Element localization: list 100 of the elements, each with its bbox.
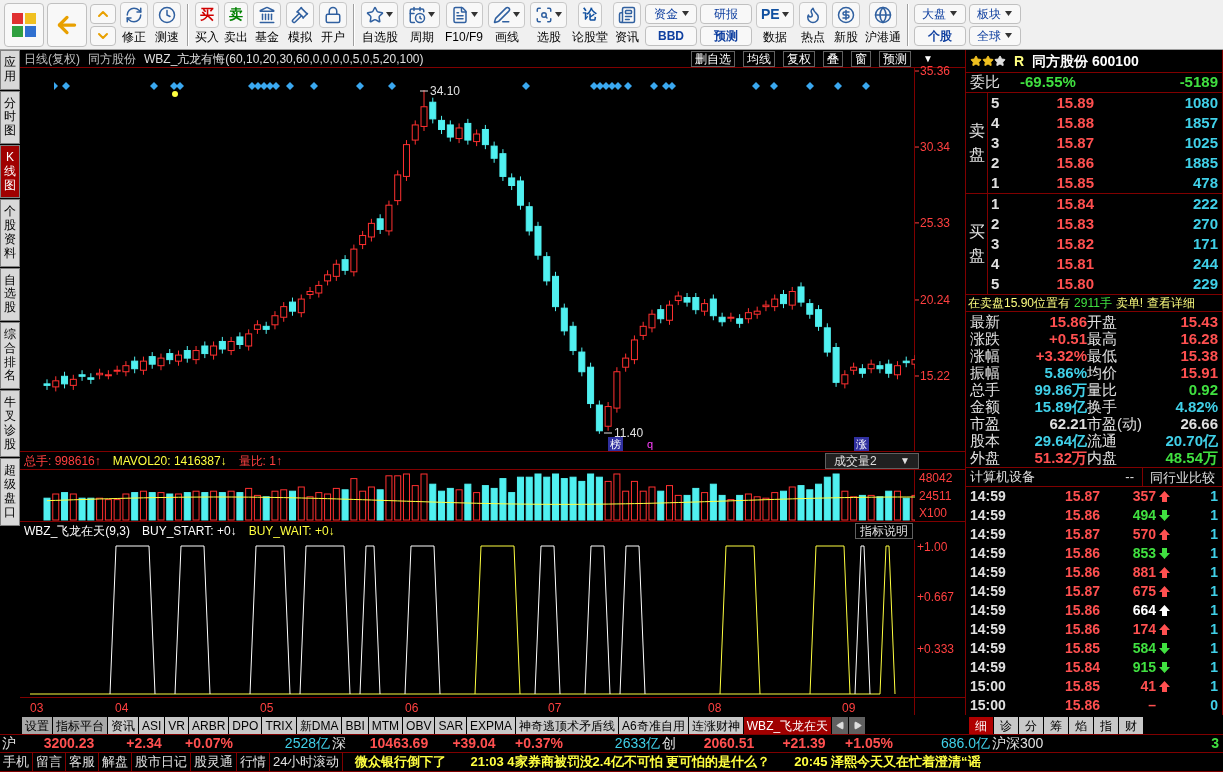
detail-tab[interactable]: 诊	[994, 717, 1018, 734]
indicator-tab[interactable]: SAR	[435, 717, 467, 734]
detail-tab[interactable]: 分	[1019, 717, 1043, 734]
date-axis-label: 07	[548, 700, 562, 717]
stat-label: 开盘	[1087, 313, 1117, 330]
toolbar-button[interactable]: 资金	[645, 3, 697, 24]
indicator-tab[interactable]: TRIX	[262, 717, 296, 734]
order-detail-link[interactable]: 卖单! 查看详细	[1115, 294, 1195, 312]
grid-button[interactable]	[4, 2, 44, 47]
detail-tab[interactable]: 焰	[1069, 717, 1093, 734]
news-link[interactable]: 24小时滚动	[270, 753, 344, 771]
news-link[interactable]: 留言	[33, 753, 66, 771]
toolbar-button[interactable]: 个股	[913, 25, 966, 46]
price-axis-label: 35.36	[920, 64, 951, 79]
news-link[interactable]: 股市日记	[132, 753, 191, 771]
side-tab[interactable]: 分时图	[0, 90, 20, 144]
stat-label: 涨幅	[970, 347, 1000, 364]
indicator-tab[interactable]: WBZ_飞龙在天	[743, 717, 832, 734]
stat-value: 5.86%	[1044, 364, 1087, 381]
detail-tab[interactable]: 筹	[1044, 717, 1068, 734]
tick-count: 1	[1210, 658, 1218, 677]
side-tab[interactable]: 牛叉诊股	[0, 390, 20, 458]
chart-button[interactable]: 预测	[879, 50, 911, 67]
indicator-tab[interactable]: 新DMA	[296, 717, 342, 734]
candlestick	[709, 294, 717, 321]
news-link[interactable]: 股灵通	[191, 753, 237, 771]
indicator-tab[interactable]: BBI	[342, 717, 368, 734]
chart-button[interactable]: 窗	[851, 50, 871, 67]
news-link[interactable]: 解盘	[99, 753, 132, 771]
news-link[interactable]: 行情	[237, 753, 270, 771]
indicator-stat: BUY_START: +0↓	[142, 523, 237, 540]
side-tab[interactable]: 个股资料	[0, 199, 20, 267]
detail-tab[interactable]: 财	[1119, 717, 1143, 734]
detail-tab[interactable]: 细	[969, 717, 993, 734]
news-headline[interactable]: 微众银行倒下了	[343, 752, 459, 772]
candlestick	[367, 218, 375, 243]
side-tab[interactable]: K线图	[0, 145, 20, 199]
candlestick	[271, 310, 279, 330]
stat-value: 62.21	[1049, 415, 1087, 432]
news-headline[interactable]: 20:45 泽熙今天又在忙着澄清“谣	[782, 752, 993, 772]
indicator-tab[interactable]: ASI	[139, 717, 165, 734]
toolbar-button[interactable]: 板块	[968, 3, 1021, 24]
chart-button[interactable]: 删自选	[691, 50, 735, 67]
chart-button[interactable]: 复权	[783, 50, 815, 67]
side-tab[interactable]: 超级盘口	[0, 458, 20, 526]
tick-count: 1	[1210, 677, 1218, 696]
tick-volume: 41	[1139, 677, 1156, 696]
indicator-tab[interactable]: VR	[165, 717, 188, 734]
candlestick	[245, 328, 253, 352]
indicator-tab[interactable]: 神奇逃顶术矛盾线	[516, 717, 619, 734]
indicator-tab[interactable]: OBV	[403, 717, 435, 734]
indicator-tab[interactable]: DPO	[229, 717, 262, 734]
toolbar-button[interactable]: 预测	[700, 25, 752, 46]
globe-icon	[873, 5, 892, 24]
toolbar-button[interactable]: 沪港通	[863, 1, 902, 48]
tick-price: 15.86	[1063, 601, 1100, 620]
toolbar-button[interactable]: 研报	[700, 3, 752, 24]
tick-volume: 675	[1131, 582, 1156, 601]
candlestick	[359, 230, 367, 250]
bottom-button[interactable]: 设置	[22, 717, 52, 734]
news-link[interactable]: 客服	[66, 753, 99, 771]
scroll-right-button[interactable]	[849, 717, 866, 734]
candlestick	[446, 119, 454, 143]
news-headline[interactable]: 21:03 4家券商被罚没2.4亿不可怕 更可怕的是什么？	[458, 752, 783, 772]
indicator-tab[interactable]: ARBR	[189, 717, 229, 734]
chart-button[interactable]: 均线	[743, 50, 775, 67]
toolbar-button[interactable]: 大盘	[913, 3, 966, 24]
chart-menu-button[interactable]: ▼	[919, 51, 965, 66]
book-level: 3	[990, 233, 1001, 254]
chart-button[interactable]: 叠	[823, 50, 843, 67]
toolbar-button[interactable]: 论 论股堂	[571, 1, 609, 48]
candlestick	[604, 401, 612, 432]
toolbar-button[interactable]: BBD	[645, 25, 697, 46]
detail-tab[interactable]: 指	[1094, 717, 1118, 734]
indicator-help-button[interactable]: 指标说明	[855, 523, 913, 539]
indicator-tab[interactable]: 资讯	[108, 717, 138, 734]
stat-value: 16.28	[1180, 330, 1218, 347]
scroll-left-button[interactable]	[832, 717, 849, 734]
toolbar-button[interactable]: 全球	[968, 25, 1021, 46]
candlestick	[43, 378, 51, 391]
candlestick	[306, 286, 314, 300]
gavel-icon	[291, 5, 309, 24]
tick-volume: 494	[1131, 506, 1156, 525]
side-tab[interactable]: 综合排名	[0, 321, 20, 390]
industry-compare-button[interactable]: 同行业比较	[1142, 468, 1222, 486]
candlestick	[280, 301, 288, 323]
side-tab[interactable]: 应用	[0, 50, 20, 90]
candlestick	[438, 115, 446, 135]
indicator-tab[interactable]: MTM	[368, 717, 403, 734]
side-tab[interactable]: 自选股	[0, 267, 20, 321]
news-link[interactable]: 手机	[0, 753, 33, 771]
indicator-tab[interactable]: A6奇准自用	[619, 717, 688, 734]
stat-value: 15.86	[1049, 313, 1087, 330]
up-arrow-icon	[1158, 491, 1170, 502]
indicator-tab[interactable]: 连涨财神	[688, 717, 743, 734]
candlestick	[113, 365, 121, 376]
indicator-select[interactable]: 成交量2 ▼	[825, 452, 919, 469]
candlestick	[78, 369, 86, 382]
bottom-button[interactable]: 指标平台	[53, 717, 107, 734]
indicator-tab[interactable]: EXPMA	[467, 717, 516, 734]
